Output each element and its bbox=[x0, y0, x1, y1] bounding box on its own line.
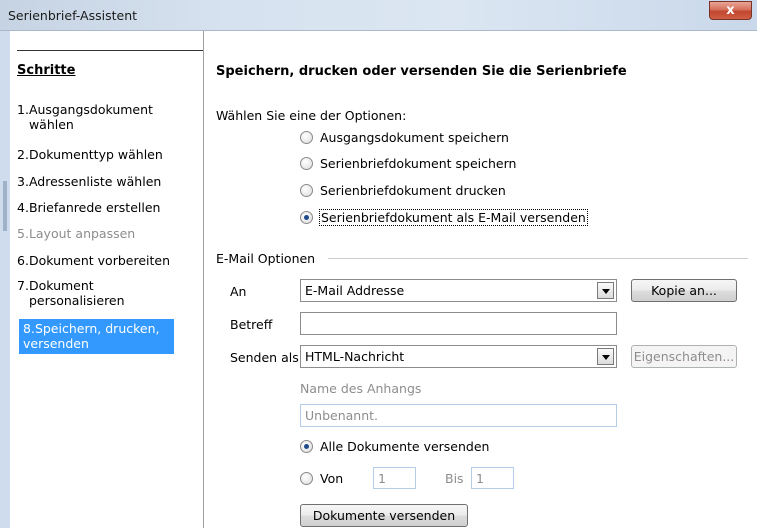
send-as-combobox[interactable]: HTML-Nachricht bbox=[300, 345, 617, 368]
from-label: Von bbox=[320, 471, 344, 486]
close-icon: x bbox=[726, 3, 735, 18]
option-label: Serienbriefdokument als E-Mail versenden bbox=[319, 209, 588, 226]
radio-button[interactable] bbox=[300, 131, 313, 144]
step-item-8-active[interactable]: 8.Speichern, drucken, versenden bbox=[19, 319, 174, 354]
step-item-2[interactable]: 2.Dokumenttyp wählen bbox=[17, 147, 197, 162]
option-label: Alle Dokumente versenden bbox=[320, 439, 490, 454]
window-title: Serienbrief-Assistent bbox=[8, 8, 138, 23]
radio-button-checked[interactable] bbox=[300, 440, 313, 453]
steps-panel: Schritte 1.Ausgangsdokument wählen 2.Dok… bbox=[10, 31, 204, 528]
step-label: Dokumenttyp wählen bbox=[28, 147, 163, 162]
option-send-email[interactable]: Serienbriefdokument als E-Mail versenden bbox=[300, 209, 588, 226]
to-range-label: Bis bbox=[445, 471, 464, 486]
step-label: Briefanrede erstellen bbox=[28, 200, 161, 215]
step-number: 7. bbox=[17, 278, 29, 293]
radio-button-checked[interactable] bbox=[300, 211, 313, 224]
send-documents-label: Dokumente versenden bbox=[312, 508, 456, 523]
option-label: Ausgangsdokument speichern bbox=[320, 130, 509, 145]
chevron-down-icon[interactable] bbox=[597, 348, 614, 365]
step-label: Ausgangsdokument wählen bbox=[28, 102, 153, 132]
step-item-7[interactable]: 7.Dokument personalisieren bbox=[17, 278, 197, 308]
option-print-merged[interactable]: Serienbriefdokument drucken bbox=[300, 183, 506, 198]
properties-label: Eigenschaften... bbox=[633, 349, 735, 364]
step-number: 8. bbox=[23, 321, 35, 336]
step-item-4[interactable]: 4.Briefanrede erstellen bbox=[17, 200, 197, 215]
radio-button[interactable] bbox=[300, 157, 313, 170]
option-save-merged[interactable]: Serienbriefdokument speichern bbox=[300, 156, 516, 171]
step-number: 4. bbox=[17, 200, 29, 215]
step-number: 2. bbox=[17, 147, 29, 162]
option-save-source[interactable]: Ausgangsdokument speichern bbox=[300, 130, 509, 145]
subject-input[interactable] bbox=[300, 312, 617, 335]
step-label: Adressenliste wählen bbox=[28, 174, 162, 189]
main-panel: Speichern, drucken oder versenden Sie di… bbox=[205, 31, 757, 528]
email-options-divider bbox=[328, 258, 748, 259]
option-label: Serienbriefdokument speichern bbox=[320, 156, 517, 171]
attachment-name-value: Unbenannt. bbox=[305, 408, 378, 423]
send-all-documents-option[interactable]: Alle Dokumente versenden bbox=[300, 439, 489, 454]
send-as-value: HTML-Nachricht bbox=[305, 349, 405, 364]
attachment-name-input: Unbenannt. bbox=[300, 404, 617, 427]
subject-label: Betreff bbox=[230, 317, 273, 332]
step-number: 5. bbox=[17, 226, 29, 241]
to-combobox[interactable]: E-Mail Addresse bbox=[300, 279, 617, 302]
from-input[interactable]: 1 bbox=[373, 467, 416, 489]
to-value: E-Mail Addresse bbox=[305, 283, 405, 298]
step-label: Dokument personalisieren bbox=[28, 278, 125, 308]
window-frame-left bbox=[0, 31, 10, 528]
copy-to-button[interactable]: Kopie an... bbox=[631, 279, 737, 302]
steps-separator bbox=[17, 50, 203, 51]
from-value: 1 bbox=[378, 471, 386, 486]
chevron-down-icon[interactable] bbox=[597, 282, 614, 299]
radio-button[interactable] bbox=[300, 472, 313, 485]
step-number: 3. bbox=[17, 174, 29, 189]
step-item-1[interactable]: 1.Ausgangsdokument wählen bbox=[17, 102, 197, 132]
send-documents-button[interactable]: Dokumente versenden bbox=[300, 504, 468, 527]
to-range-input[interactable]: 1 bbox=[471, 467, 514, 489]
step-item-3[interactable]: 3.Adressenliste wählen bbox=[17, 174, 197, 189]
attachment-name-label: Name des Anhangs bbox=[300, 381, 422, 396]
option-label: Serienbriefdokument drucken bbox=[320, 183, 506, 198]
options-prompt: Wählen Sie eine der Optionen: bbox=[216, 108, 407, 123]
send-range-option[interactable]: Von bbox=[300, 471, 343, 486]
properties-button: Eigenschaften... bbox=[631, 345, 737, 368]
send-as-label: Senden als bbox=[230, 350, 299, 365]
to-label: An bbox=[230, 284, 247, 299]
steps-heading: Schritte bbox=[17, 63, 76, 78]
to-range-value: 1 bbox=[476, 471, 484, 486]
step-label: Speichern, drucken, versenden bbox=[23, 321, 160, 351]
title-bar: Serienbrief-Assistent x bbox=[0, 0, 757, 31]
close-button[interactable]: x bbox=[709, 1, 752, 20]
page-title: Speichern, drucken oder versenden Sie di… bbox=[216, 64, 627, 79]
step-item-6[interactable]: 6.Dokument vorbereiten bbox=[17, 253, 197, 268]
step-label: Dokument vorbereiten bbox=[28, 253, 171, 268]
step-item-5: 5.Layout anpassen bbox=[17, 226, 197, 241]
step-number: 6. bbox=[17, 253, 29, 268]
step-number: 1. bbox=[17, 102, 29, 117]
radio-button[interactable] bbox=[300, 184, 313, 197]
step-label: Layout anpassen bbox=[28, 226, 136, 241]
frame-notch bbox=[3, 181, 7, 231]
copy-to-label: Kopie an... bbox=[651, 283, 717, 298]
email-options-heading: E-Mail Optionen bbox=[216, 251, 316, 266]
